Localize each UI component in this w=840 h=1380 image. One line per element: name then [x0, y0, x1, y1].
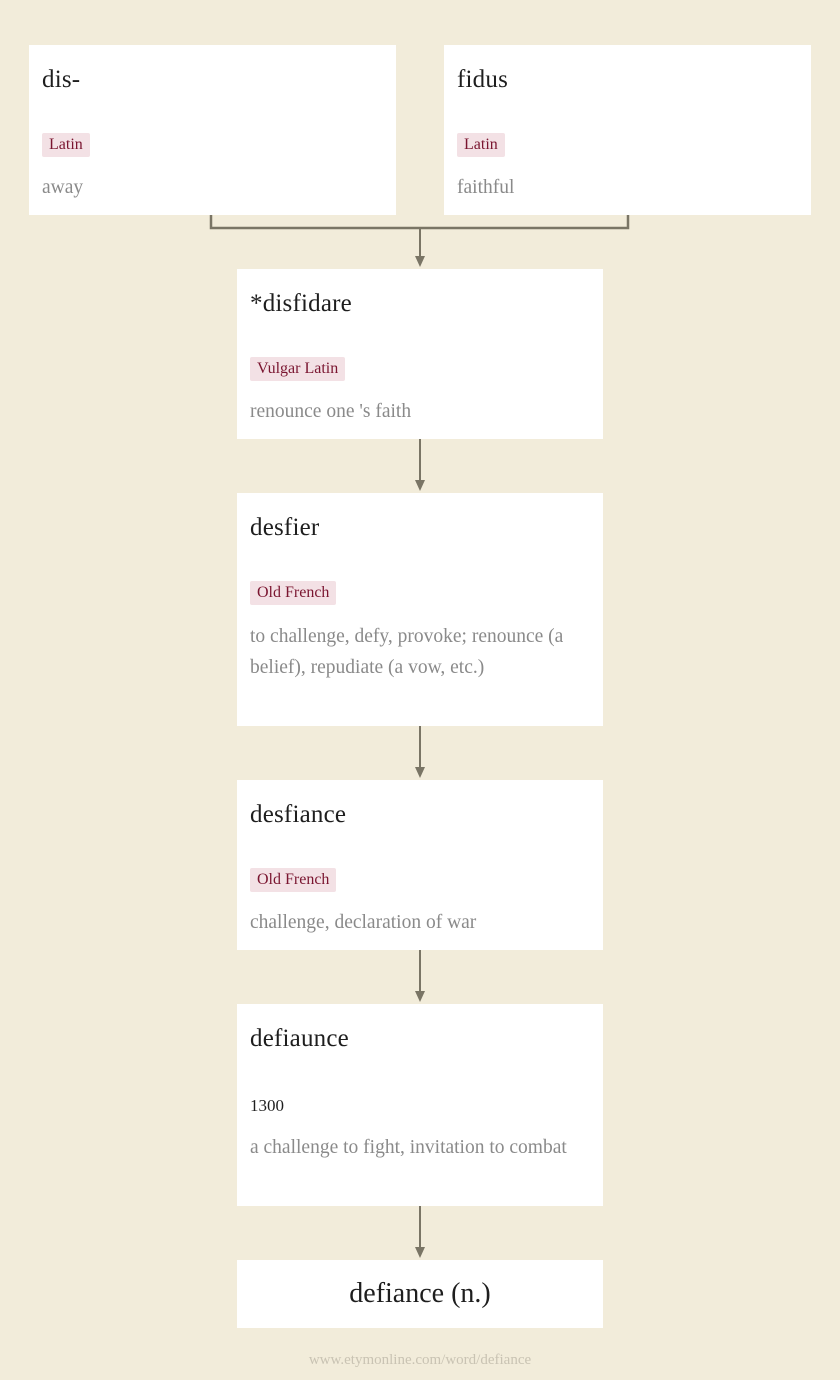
etymon-card-disfidare[interactable]: *disfidare Vulgar Latin renounce one 's … [237, 269, 603, 439]
final-word-card[interactable]: defiance (n.) [237, 1260, 603, 1328]
etymon-gloss: to challenge, defy, provoke; renounce (a… [250, 626, 564, 678]
language-tag: Old French [250, 581, 337, 605]
etymon-card-fidus[interactable]: fidus Latin faithful [444, 45, 811, 215]
etymon-gloss: renounce one 's faith [250, 401, 412, 422]
language-tag: Old French [250, 868, 337, 892]
etymon-card-desfiance[interactable]: desfiance Old French challenge, declarat… [237, 780, 603, 950]
etymon-gloss: faithful [457, 177, 515, 198]
arrowhead-icon [415, 991, 425, 1002]
etymon-word: *disfidare [250, 290, 352, 317]
language-tag: Latin [42, 133, 90, 157]
final-word: defiance (n.) [349, 1278, 491, 1309]
language-tag: Latin [457, 133, 505, 157]
arrowhead-icon [415, 767, 425, 778]
arrowhead-icon [415, 480, 425, 491]
footer-url: www.etymonline.com/word/defiance [308, 1352, 532, 1368]
etymon-word: fidus [457, 66, 508, 93]
etymon-card-defiaunce[interactable]: defiaunce 1300 a challenge to fight, inv… [237, 1004, 603, 1206]
merge-connector [209, 215, 630, 230]
arrowhead-icon [415, 1247, 425, 1258]
etymon-word: desfiance [250, 801, 347, 828]
etymon-word: defiaunce [250, 1025, 349, 1052]
etymon-gloss: a challenge to fight, invitation to comb… [250, 1137, 567, 1158]
etymon-gloss: challenge, declaration of war [250, 912, 477, 933]
year-label: 1300 [250, 1096, 284, 1115]
etymon-word: desfier [250, 514, 320, 541]
etymon-word: dis- [42, 66, 81, 93]
arrowhead-icon [415, 256, 425, 267]
etymon-gloss: away [42, 177, 84, 198]
etymon-card-dis[interactable]: dis- Latin away [29, 45, 396, 215]
language-tag: Vulgar Latin [250, 357, 346, 381]
etymon-card-desfier[interactable]: desfier Old French to challenge, defy, p… [237, 493, 603, 726]
